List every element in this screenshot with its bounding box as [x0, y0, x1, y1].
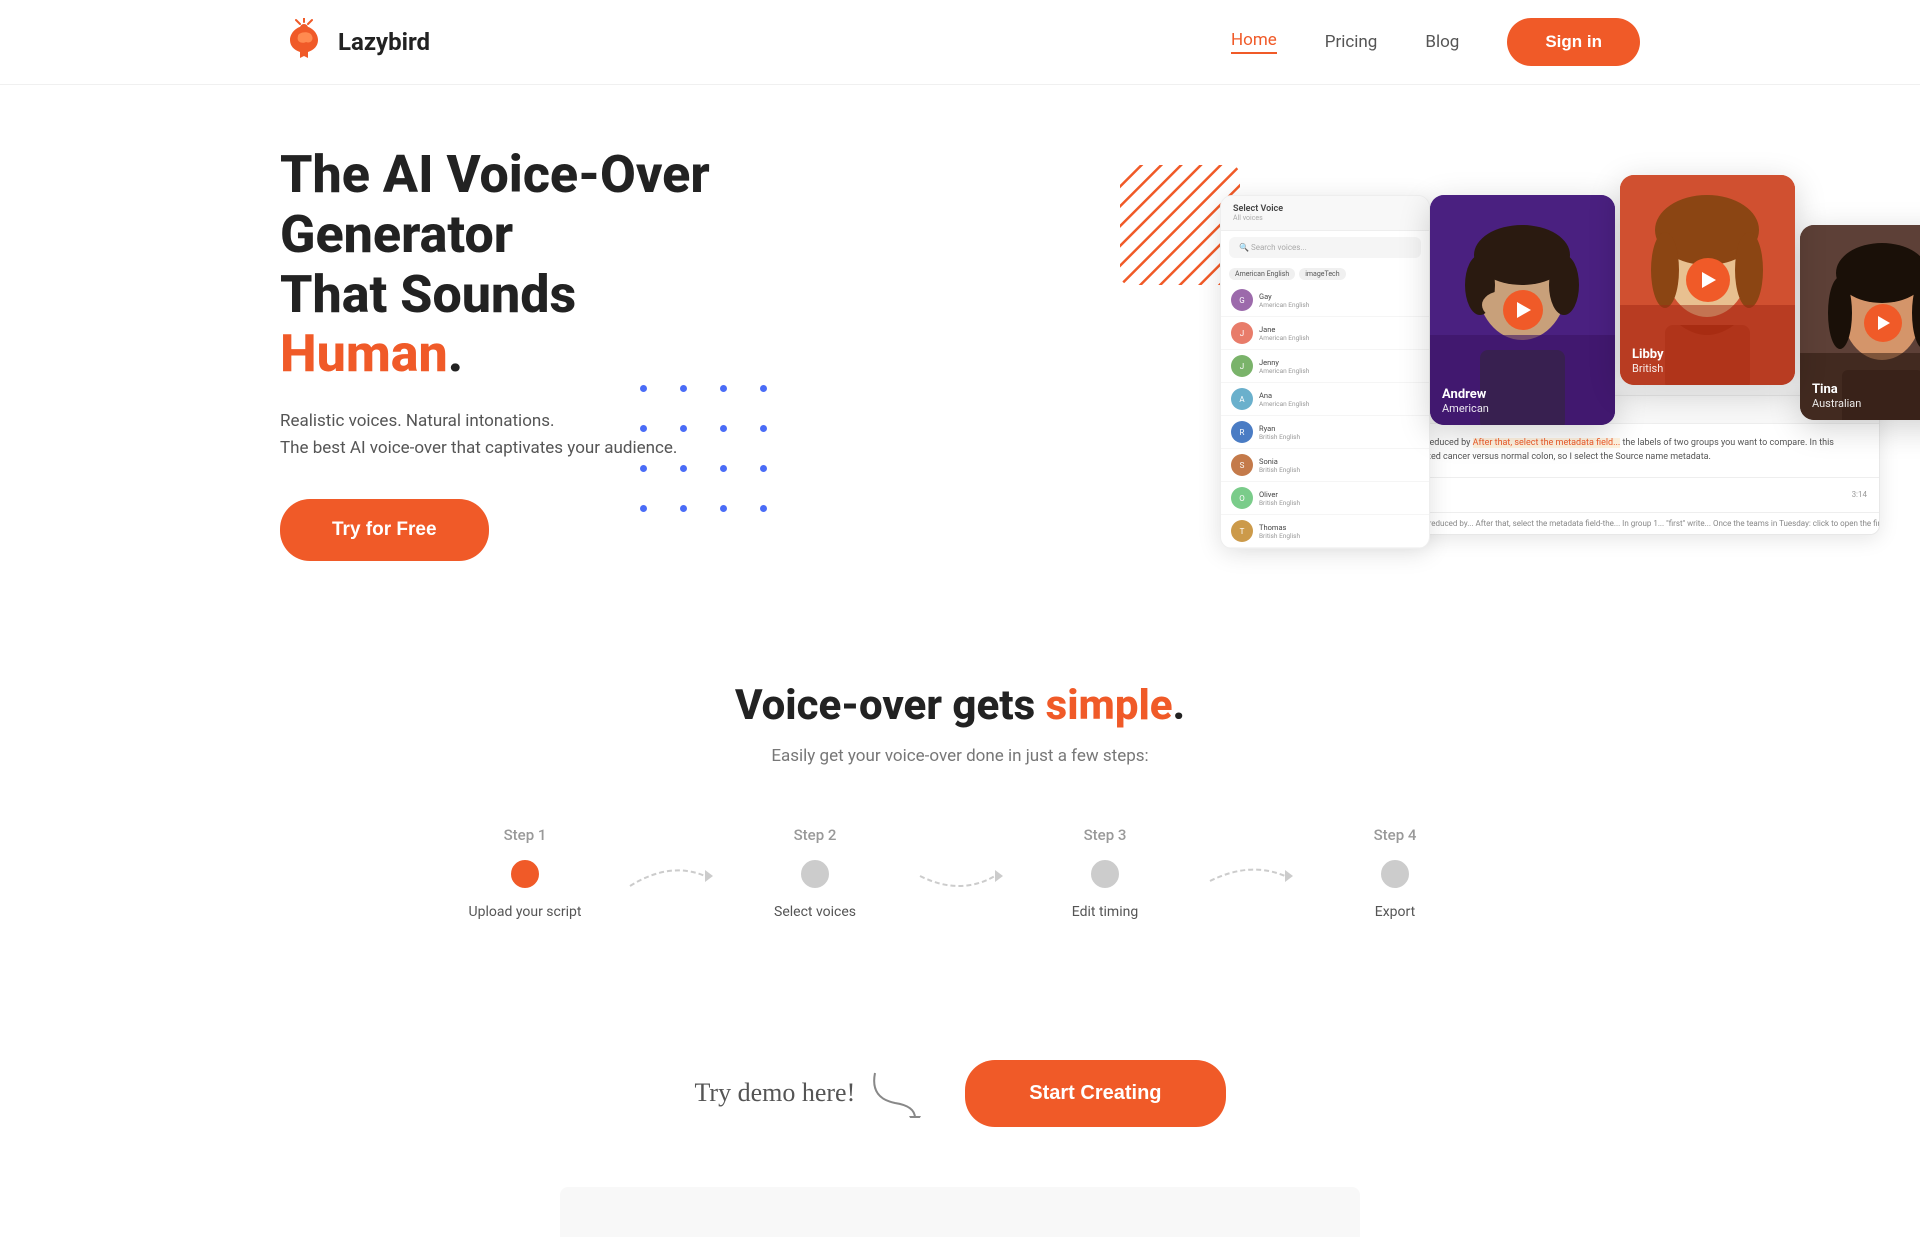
- step-3-circle: [1091, 860, 1119, 888]
- demo-arrow-icon: [865, 1068, 925, 1118]
- logo-icon: [280, 18, 328, 66]
- voice-item-gay: G GayAmerican English: [1221, 284, 1429, 317]
- tina-voice-card: Tina Australian: [1800, 225, 1920, 420]
- step-4: Step 4 Export: [1295, 826, 1495, 920]
- voice-item-sonia: S SoniaBritish English: [1221, 449, 1429, 482]
- voice-item-oliver: O OliverBritish English: [1221, 482, 1429, 515]
- logo-text: Lazybird: [338, 28, 430, 56]
- hero-visual: Select Voice All voices 🔍 Search voices.…: [1140, 185, 1840, 585]
- bottom-strip: [560, 1187, 1360, 1237]
- hero-section: The AI Voice-Over Generator That Sounds …: [0, 85, 1920, 601]
- hero-title: The AI Voice-Over Generator That Sounds …: [280, 145, 760, 384]
- step-arrow-2: [915, 826, 1005, 896]
- step-3: Step 3 Edit timing: [1005, 826, 1205, 920]
- step-1: Step 1 Upload your script: [425, 826, 625, 920]
- steps-row: Step 1 Upload your script Step 2 Select …: [280, 826, 1640, 920]
- step-2-circle: [801, 860, 829, 888]
- andrew-play-button[interactable]: [1503, 290, 1543, 330]
- voice-item-ryan: R RyanBritish English: [1221, 416, 1429, 449]
- start-creating-button[interactable]: Start Creating: [965, 1060, 1225, 1127]
- step-1-circle: [511, 860, 539, 888]
- signin-button[interactable]: Sign in: [1507, 18, 1640, 66]
- step-4-circle: [1381, 860, 1409, 888]
- voice-item-thomas: T ThomasBritish English: [1221, 515, 1429, 548]
- libby-voice-card: Libby British: [1620, 175, 1795, 385]
- navigation: Home Pricing Blog Sign in: [1231, 18, 1640, 66]
- try-demo-label: Try demo here!: [694, 1068, 925, 1118]
- nav-home[interactable]: Home: [1231, 30, 1277, 54]
- nav-blog[interactable]: Blog: [1425, 32, 1459, 52]
- tina-play-button[interactable]: [1864, 304, 1902, 342]
- header: Lazybird Home Pricing Blog Sign in: [0, 0, 1920, 85]
- voice-item-ana: A AnaAmerican English: [1221, 383, 1429, 416]
- voice-item-jenny: J JennyAmerican English: [1221, 350, 1429, 383]
- hero-subtitle: Realistic voices. Natural intonations. T…: [280, 408, 760, 462]
- simple-section-title: Voice-over gets simple.: [280, 681, 1640, 730]
- bottom-preview: [0, 1187, 1920, 1237]
- logo: Lazybird: [280, 18, 430, 66]
- step-arrow-3: [1205, 826, 1295, 896]
- app-mockup: Select Voice All voices 🔍 Search voices.…: [1220, 195, 1430, 549]
- step-arrow-1: [625, 826, 715, 896]
- andrew-voice-card: Andrew American: [1430, 195, 1615, 425]
- voice-item-jane: J JaneAmerican English: [1221, 317, 1429, 350]
- simple-section: Voice-over gets simple. Easily get your …: [0, 601, 1920, 1040]
- simple-section-subtitle: Easily get your voice-over done in just …: [280, 746, 1640, 766]
- libby-play-button[interactable]: [1686, 258, 1730, 302]
- hero-text-block: The AI Voice-Over Generator That Sounds …: [280, 145, 760, 561]
- try-for-free-button[interactable]: Try for Free: [280, 499, 489, 561]
- step-2: Step 2 Select voices: [715, 826, 915, 920]
- demo-section: Try demo here! Start Creating: [0, 1040, 1920, 1187]
- nav-pricing[interactable]: Pricing: [1325, 32, 1378, 52]
